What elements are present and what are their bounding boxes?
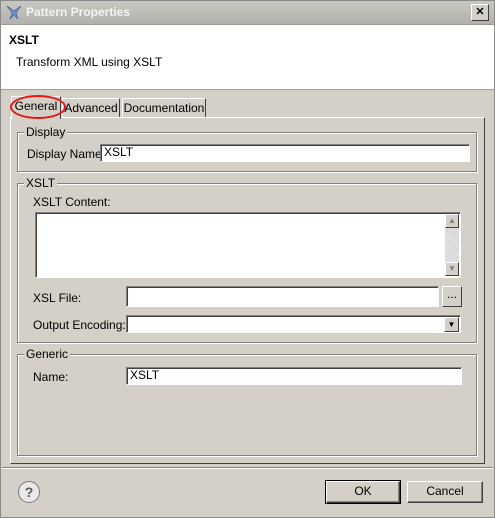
tab-general[interactable]: General [11,96,61,119]
scroll-down-arrow-icon[interactable]: ▼ [445,262,459,276]
ok-button[interactable]: OK [325,480,401,504]
xsl-file-field[interactable] [126,286,439,307]
xslt-group-legend: XSLT [24,176,58,190]
generic-group: Generic Name: XSLT [17,347,477,456]
close-button[interactable]: ✕ [471,4,489,21]
xslt-content-textarea[interactable]: ▲ ▼ [35,212,461,278]
cancel-button[interactable]: Cancel [407,481,483,503]
xsl-file-label: XSL File: [33,291,82,305]
help-icon[interactable]: ? [18,481,40,503]
xslt-content-label: XSLT Content: [33,195,111,209]
dialog-header: XSLT Transform XML using XSLT [1,25,494,90]
close-icon: ✕ [475,6,485,18]
display-name-field[interactable]: XSLT [100,144,470,162]
window-title: Pattern Properties [26,5,131,19]
scroll-up-arrow-icon[interactable]: ▲ [445,214,459,228]
generic-group-legend: Generic [24,347,71,361]
browse-button[interactable]: ... [442,286,462,307]
display-name-label: Display Name: [27,147,106,161]
header-title: XSLT [9,33,39,47]
display-group: Display Display Name: XSLT [17,125,477,172]
pattern-properties-dialog: Pattern Properties ✕ XSLT Transform XML … [0,0,495,518]
header-description: Transform XML using XSLT [16,55,163,69]
display-group-legend: Display [24,125,68,139]
tab-advanced[interactable]: Advanced [62,98,120,118]
output-encoding-label: Output Encoding: [33,318,126,332]
chevron-down-icon[interactable]: ▼ [444,317,459,332]
generic-name-field[interactable]: XSLT [126,367,462,385]
tab-documentation[interactable]: Documentation [122,98,206,118]
xslt-group: XSLT XSLT Content: ▲ ▼ XSL File: ... Out… [17,176,477,343]
output-encoding-select[interactable]: ▼ [126,315,461,333]
app-logo-icon [6,5,22,20]
title-bar[interactable]: Pattern Properties ✕ [1,1,494,25]
xslt-content-scrollbar[interactable]: ▲ ▼ [445,214,459,276]
generic-name-label: Name: [33,370,69,384]
footer-separator [2,467,493,469]
